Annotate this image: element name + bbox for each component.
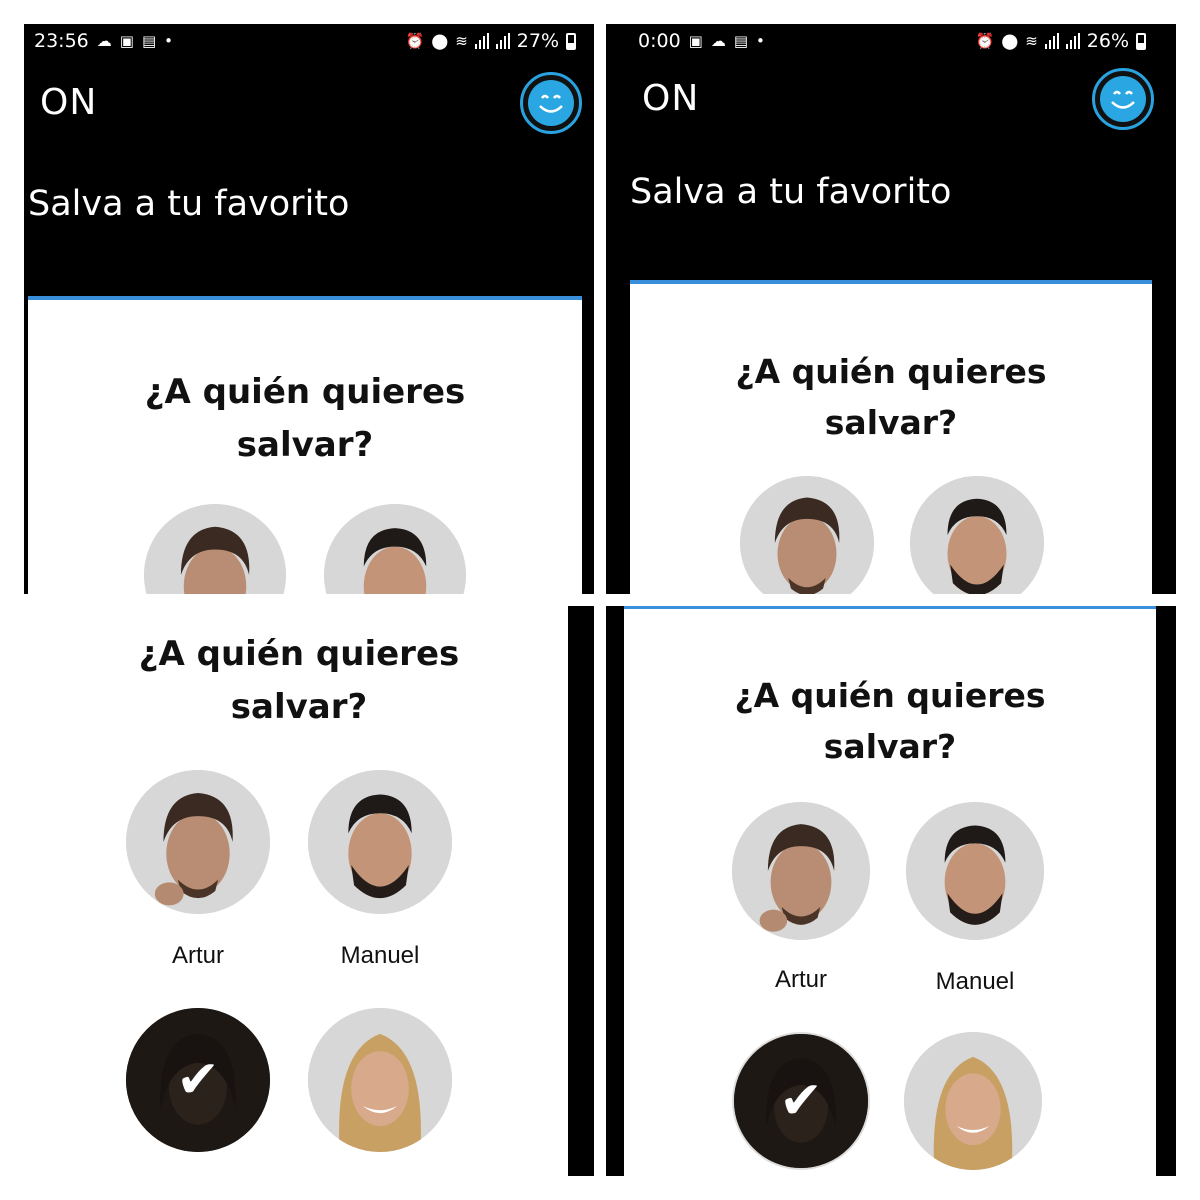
vote-card: ¿A quién quieres salvar? [630, 280, 1152, 594]
battery-icon [566, 32, 576, 50]
candidate-photo-artur[interactable] [740, 476, 874, 594]
smiley-icon [1100, 76, 1146, 122]
portrait-man-icon [144, 504, 286, 594]
battery-percent: 26% [1086, 30, 1129, 52]
dot-icon: • [756, 31, 765, 50]
battery-icon [1136, 32, 1146, 50]
signal-icon [1044, 33, 1059, 49]
candidate-name: Manuel [340, 942, 420, 969]
portrait-woman-icon [308, 1008, 452, 1152]
candidate-photo-artur[interactable] [732, 802, 870, 940]
portrait-woman-icon [904, 1032, 1042, 1170]
candidate-photo-selected[interactable]: ✔ [732, 1032, 870, 1170]
signal-icon [1065, 33, 1080, 49]
candidate-name: Artur [774, 966, 827, 993]
vote-question: ¿A quién quieres salvar? [24, 628, 574, 733]
profile-button[interactable] [1092, 68, 1154, 130]
question-line-1: ¿A quién quieres [735, 352, 1047, 391]
gallery-icon: ▣ [688, 31, 703, 50]
page-subtitle: Salva a tu favorito [28, 184, 350, 224]
profile-button[interactable] [520, 72, 582, 134]
status-time: 23:56 [34, 30, 89, 52]
vote-question: ¿A quién quieres salvar? [28, 366, 582, 471]
alarm-icon: ⏰ [405, 31, 425, 50]
battery-percent: 27% [516, 30, 559, 52]
cloud-icon: ☁ [96, 31, 112, 50]
app-title: ON [40, 82, 98, 123]
screenshot-panel-3: ¿A quién quieres salvar? Artur Manuel ✔ [24, 606, 594, 1176]
screenshot-panel-1: 23:56 ☁ ▣ ▤ • ⏰ ⬤ ≋ 27% ON Salva a tu fa… [24, 24, 594, 594]
portrait-man-icon [126, 770, 270, 914]
location-icon: ⬤ [1001, 31, 1019, 50]
portrait-man-icon [308, 770, 452, 914]
page-subtitle: Salva a tu favorito [630, 172, 952, 212]
signal-icon [474, 33, 489, 49]
candidate-photo-artur[interactable] [144, 504, 286, 594]
question-line-1: ¿A quién quieres [138, 634, 460, 674]
card-border [624, 606, 1156, 609]
candidate-name: Manuel [935, 968, 1015, 995]
vote-question: ¿A quién quieres salvar? [624, 670, 1156, 772]
status-bar: 23:56 ☁ ▣ ▤ • ⏰ ⬤ ≋ 27% [24, 24, 594, 60]
question-line-2: salvar? [230, 686, 368, 727]
question-line-2: salvar? [824, 403, 958, 443]
vote-card: ¿A quién quieres salvar? [28, 296, 582, 594]
portrait-man-icon [732, 802, 870, 940]
candidate-photo-artur[interactable] [126, 770, 270, 914]
portrait-man-icon [910, 476, 1044, 594]
signal-icon [495, 33, 510, 49]
question-line-2: salvar? [823, 727, 957, 767]
alarm-icon: ⏰ [975, 31, 995, 50]
question-line-2: salvar? [236, 424, 374, 465]
calendar-icon: ▤ [141, 31, 157, 50]
candidate-name: Artur [171, 942, 224, 969]
screenshot-panel-4: ¿A quién quieres salvar? Artur Manuel ✔ [606, 606, 1176, 1176]
candidate-photo-manuel[interactable] [324, 504, 466, 594]
candidate-photo-manuel[interactable] [906, 802, 1044, 940]
checkmark-icon: ✔ [176, 1050, 220, 1110]
smiley-icon [528, 80, 574, 126]
question-line-1: ¿A quién quieres [734, 676, 1046, 715]
portrait-man-icon [740, 476, 874, 594]
portrait-man-icon [324, 504, 466, 594]
status-time: 0:00 [638, 30, 681, 52]
candidate-photo-4[interactable] [904, 1032, 1042, 1170]
question-line-1: ¿A quién quieres [144, 372, 466, 412]
calendar-icon: ▤ [733, 31, 749, 50]
candidate-photo-4[interactable] [308, 1008, 452, 1152]
dot-icon: • [164, 31, 173, 50]
portrait-man-icon [906, 802, 1044, 940]
vote-question: ¿A quién quieres salvar? [630, 346, 1152, 448]
location-icon: ⬤ [431, 31, 449, 50]
panel-edge [606, 606, 624, 1176]
app-title: ON [642, 78, 700, 119]
candidate-photo-selected[interactable]: ✔ [126, 1008, 270, 1152]
candidate-photo-manuel[interactable] [308, 770, 452, 914]
cloud-icon: ☁ [710, 31, 726, 50]
wifi-icon: ≋ [455, 31, 468, 50]
wifi-icon: ≋ [1025, 31, 1038, 50]
status-bar: 0:00 ▣ ☁ ▤ • ⏰ ⬤ ≋ 26% [606, 24, 1176, 60]
gallery-icon: ▣ [119, 31, 134, 50]
screenshot-panel-2: 0:00 ▣ ☁ ▤ • ⏰ ⬤ ≋ 26% ON Salva a tu fav… [606, 24, 1176, 594]
panel-edge [1156, 606, 1176, 1176]
checkmark-icon: ✔ [779, 1071, 823, 1131]
candidate-photo-manuel[interactable] [910, 476, 1044, 594]
